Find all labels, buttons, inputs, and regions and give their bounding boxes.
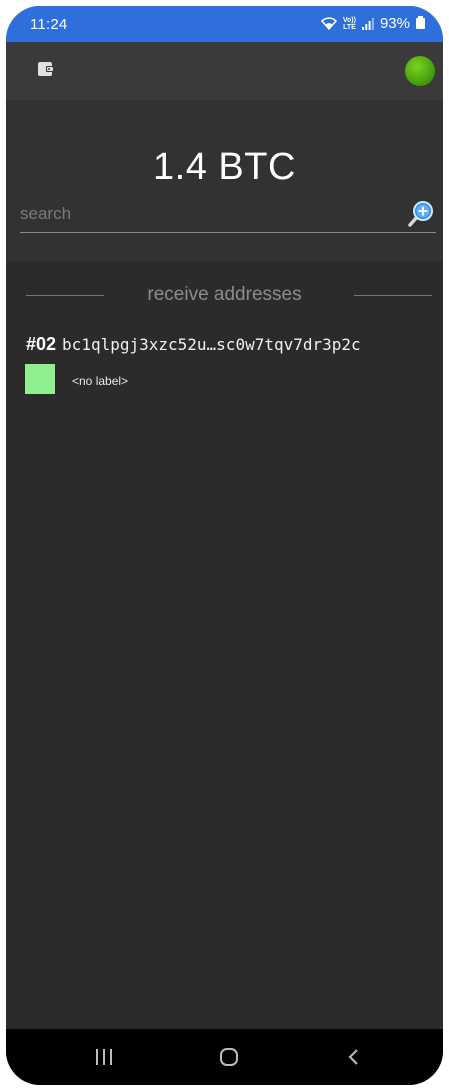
app-screen: 11:24 Vo)) LTE 93% 1.4 BTC search receiv… <box>6 6 443 1085</box>
recents-icon[interactable] <box>84 1039 124 1075</box>
status-bar: 11:24 Vo)) LTE 93% <box>6 6 443 42</box>
lte-bottom-text: LTE <box>343 23 356 31</box>
battery-percentage: 93% <box>379 15 410 32</box>
signal-icon <box>361 17 374 30</box>
search-input[interactable] <box>20 202 400 226</box>
section-header: receive addresses <box>6 282 443 308</box>
wallet-icon[interactable] <box>38 62 56 76</box>
status-icons: Vo)) LTE 93% <box>320 15 425 32</box>
search-bar <box>20 200 436 233</box>
battery-icon <box>416 16 425 29</box>
address-text: bc1qlpgj3xzc52u…sc0w7tqv7dr3p2c <box>62 335 361 354</box>
wallet-header: 1.4 BTC <box>6 100 443 262</box>
address-row: #02 bc1qlpgj3xzc52u…sc0w7tqv7dr3p2c <box>26 334 361 355</box>
connection-status-indicator[interactable] <box>405 56 435 86</box>
wallet-balance[interactable]: 1.4 BTC <box>6 146 443 189</box>
label-color-swatch <box>25 364 55 394</box>
system-nav-bar <box>6 1029 443 1085</box>
address-label: <no label> <box>72 374 129 388</box>
lte-icon: Vo)) LTE <box>343 17 356 31</box>
address-index: #02 <box>26 334 57 354</box>
back-icon[interactable] <box>334 1039 374 1075</box>
lte-top-text: Vo)) <box>342 16 356 24</box>
divider <box>354 295 432 296</box>
home-icon[interactable] <box>209 1039 249 1075</box>
toolbar <box>6 42 443 100</box>
status-time: 11:24 <box>30 16 68 33</box>
wifi-icon <box>320 17 337 30</box>
magnifier-plus-icon[interactable] <box>406 200 434 228</box>
address-list-item[interactable]: #02 bc1qlpgj3xzc52u…sc0w7tqv7dr3p2c <no l… <box>24 332 434 398</box>
